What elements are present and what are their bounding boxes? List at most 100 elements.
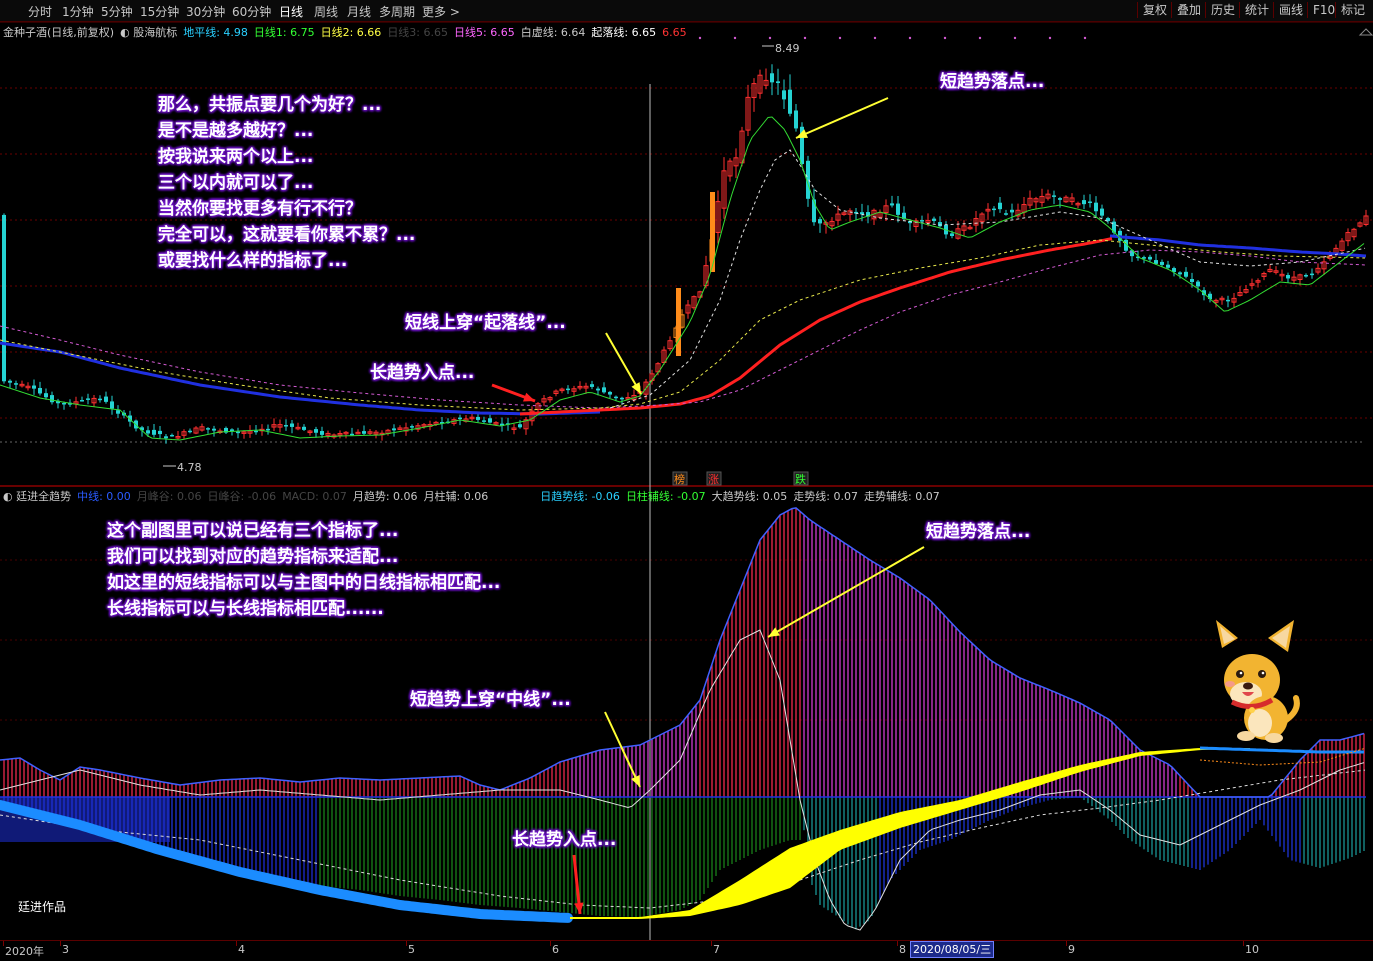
candle-body xyxy=(788,89,792,114)
candle-body xyxy=(158,430,162,435)
candle-body xyxy=(1166,264,1170,268)
x-axis-label: 5 xyxy=(408,943,415,956)
x-axis-label: 2020年 xyxy=(5,945,44,958)
candle-body xyxy=(314,429,318,433)
candle-body xyxy=(86,398,90,400)
candle-body xyxy=(992,208,996,211)
candle-body xyxy=(1100,208,1104,216)
x-axis-label: 3 xyxy=(62,943,69,956)
price-low-label: 4.78 xyxy=(177,461,202,474)
candle-body xyxy=(620,397,624,400)
main-legend-item: 日线2: 6.66 xyxy=(320,26,382,39)
candle-body xyxy=(266,428,270,431)
candle-body xyxy=(98,398,102,401)
annotation-line: 我们可以找到对应的趋势指标来适配... xyxy=(107,547,399,567)
main-legend-item: 地平线: 4.98 xyxy=(183,26,248,39)
main-legend-item: 日线5: 6.65 xyxy=(454,26,515,39)
candle-body xyxy=(1094,202,1098,212)
annotation-line: 完全可以，这就要看你累不累？... xyxy=(158,225,416,245)
candle-body xyxy=(1226,299,1230,302)
x-axis-label: 9 xyxy=(1068,943,1075,956)
arrow-short-cross-sub xyxy=(604,711,641,788)
candle-body xyxy=(320,431,324,435)
candle-body xyxy=(1184,271,1188,277)
indicator-name[interactable]: ◐ 股海航标 xyxy=(120,26,177,39)
candle-body xyxy=(614,396,618,399)
cursor-date-label: 2020/08/05/三 xyxy=(910,941,995,958)
annotation-line: 或要找什么样的指标了... xyxy=(158,251,348,271)
candle-body xyxy=(110,401,114,409)
candle-body xyxy=(80,400,84,402)
candle-body xyxy=(14,383,18,385)
candle-body xyxy=(950,233,954,237)
annotation-line: 长线指标可以与长线指标相匹配...... xyxy=(107,599,384,619)
annotation-long-entry-main: 长趋势入点... xyxy=(370,363,475,383)
sub-legend-item: 月趋势: 0.06 xyxy=(352,490,418,503)
sub-legend-item: 日柱辅线: -0.07 xyxy=(625,490,706,503)
candle-body xyxy=(50,395,54,403)
candle-body xyxy=(1154,260,1158,264)
candle-body xyxy=(236,431,240,434)
annotation-main-text: 那么，共振点要几个为好？... 是不是越多越好？... 按我说来两个以上... 三个以… xyxy=(158,92,415,274)
main-legend-item: 6.65 xyxy=(662,26,687,39)
candle-body xyxy=(116,410,120,414)
candle-body xyxy=(188,430,192,433)
credit-label: 廷进作品 xyxy=(18,900,67,914)
candle-body xyxy=(782,90,786,100)
x-axis-label: 7 xyxy=(713,943,720,956)
annotation-short-cross-main: 短线上穿“起落线”... xyxy=(405,313,566,333)
stock-name: 金种子酒(日线,前复权) xyxy=(3,26,115,39)
candle-body xyxy=(212,428,216,431)
candle-body xyxy=(566,388,570,391)
candle-body xyxy=(608,391,612,395)
candle-body xyxy=(812,199,816,223)
candle-body xyxy=(410,426,414,428)
price-high-label: 8.49 xyxy=(775,42,800,55)
sub-legend-item: MACD: 0.07 xyxy=(282,490,347,503)
candle-body xyxy=(8,380,12,383)
candle-body xyxy=(254,430,258,433)
candle-body xyxy=(938,222,942,227)
candle-body xyxy=(290,423,294,427)
candle-body xyxy=(38,387,42,394)
candle-body xyxy=(1052,195,1056,197)
annotation-line: 这个副图里可以说已经有三个指标了... xyxy=(107,521,399,541)
main-legend-item: 日线1: 6.75 xyxy=(253,26,315,39)
candle-body xyxy=(1178,272,1182,275)
candle-body xyxy=(1286,275,1290,279)
candle-body xyxy=(1160,261,1164,265)
candle-body xyxy=(1142,257,1146,259)
sub-legend-item: 走势辅线: 0.07 xyxy=(864,490,940,503)
candle-body xyxy=(2,214,6,382)
candle-body xyxy=(1004,213,1008,215)
candle-body xyxy=(146,430,150,434)
candle-body xyxy=(1088,201,1092,204)
candle-body xyxy=(1196,281,1200,287)
annotation-sub-text: 这个副图里可以说已经有三个指标了... 我们可以找到对应的趋势指标来适配... 如这… xyxy=(107,518,500,622)
main-chart-header: 金种子酒(日线,前复权) ◐ 股海航标 地平线: 4.98 日线1: 6.75 日线2:… xyxy=(3,24,693,40)
signal-marker: 榜 xyxy=(674,472,685,486)
candle-body xyxy=(818,219,822,224)
main-legend-item: 起落线: 6.65 xyxy=(591,26,657,39)
candle-body xyxy=(488,418,492,423)
candle-body xyxy=(458,417,462,420)
sub-indicator-name[interactable]: ◐ 廷进全趋势 xyxy=(3,490,71,503)
candle-body xyxy=(932,218,936,221)
x-axis-label: 6 xyxy=(552,943,559,956)
candle-body xyxy=(1058,198,1062,200)
series-line-blue xyxy=(0,341,601,416)
sub-legend-item: 日峰谷: -0.06 xyxy=(207,490,277,503)
candle-body xyxy=(1010,209,1014,213)
candle-body xyxy=(1304,274,1308,277)
annotation-short-cross-sub: 短趋势上穿“中线”... xyxy=(410,690,571,710)
candle-body xyxy=(770,73,774,83)
candle-body xyxy=(1082,200,1086,205)
sub-chart-header: ◐ 廷进全趋势 中线: 0.00 月峰谷: 0.06 日峰谷: -0.06 MACD: … xyxy=(3,488,946,504)
annotation-long-entry-sub: 长趋势入点... xyxy=(512,830,617,850)
series-line-red xyxy=(519,237,1113,416)
annotation-short-fall-sub: 短趋势落点... xyxy=(926,522,1031,542)
sub-legend-item: 中线: 0.00 xyxy=(77,490,131,503)
candle-body xyxy=(32,385,36,389)
sub-legend-item: 月柱辅: 0.06 xyxy=(423,490,489,503)
candle-body xyxy=(302,426,306,430)
